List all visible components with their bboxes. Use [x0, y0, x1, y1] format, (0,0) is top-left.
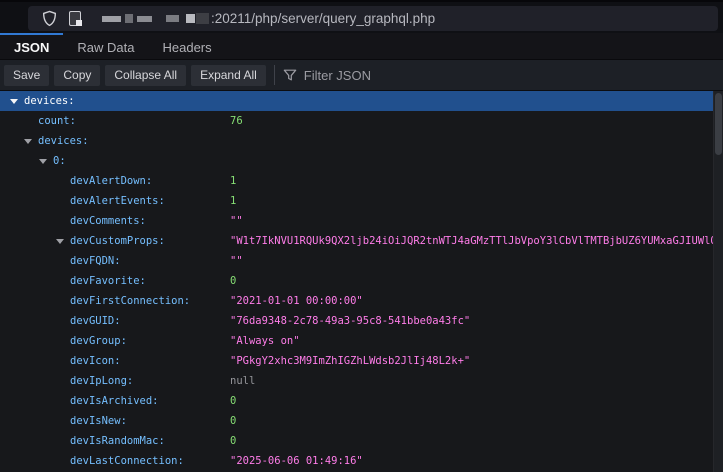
copy-button[interactable]: Copy: [54, 65, 100, 86]
scrollbar-thumb[interactable]: [715, 93, 722, 155]
json-key: devIsNew:: [70, 411, 127, 431]
json-value: "2025-06-06 01:49:16": [230, 451, 363, 471]
url-bar[interactable]: :20211/php/server/query_graphql.php: [28, 6, 718, 31]
funnel-icon: [283, 68, 297, 82]
json-viewer-toolbar: SaveCopyCollapse AllExpand All Filter JS…: [0, 60, 723, 91]
json-value: "W1t7IkNVU1RQUk9QX2ljb24iOiJQR2tnWTJ4aGM…: [230, 231, 713, 251]
json-key: devices:: [24, 91, 75, 111]
json-tree: devices:count:76devices:0:devAlertDown:1…: [0, 91, 713, 472]
json-row-devIcon[interactable]: devIcon: "PGkgY2xhc3M9ImZhIGZhLWdsb2JlIj4…: [0, 351, 713, 371]
json-row-devAlertDown[interactable]: devAlertDown: 1: [0, 171, 713, 191]
json-key: devGroup:: [70, 331, 127, 351]
json-row-devIsNew[interactable]: devIsNew: 0: [0, 411, 713, 431]
json-row-devFQDN[interactable]: devFQDN: "": [0, 251, 713, 271]
json-key: 0:: [53, 151, 66, 171]
json-row-devFavorite[interactable]: devFavorite: 0: [0, 271, 713, 291]
json-value: "2021-01-01 00:00:00": [230, 291, 363, 311]
json-row-devices[interactable]: devices:: [0, 131, 713, 151]
filter-placeholder: Filter JSON: [304, 68, 371, 83]
json-value: 0: [230, 271, 236, 291]
json-value: "PGkgY2xhc3M9ImZhIGZhLWdsb2JlIj48L2k+": [230, 351, 470, 371]
json-value: "76da9348-2c78-49a3-95c8-541bbe0a43fc": [230, 311, 470, 331]
page-icon[interactable]: [62, 6, 88, 31]
json-row-devIsArchived[interactable]: devIsArchived: 0: [0, 391, 713, 411]
json-key: devices:: [38, 131, 89, 151]
expander-icon[interactable]: [10, 99, 18, 104]
json-row-devComments[interactable]: devComments: "": [0, 211, 713, 231]
json-key: devLastConnection:: [70, 451, 184, 471]
json-row-devFirstConnection[interactable]: devFirstConnection: "2021-01-01 00:00:00": [0, 291, 713, 311]
expander-icon[interactable]: [56, 239, 64, 244]
json-key: devAlertDown:: [70, 171, 152, 191]
json-value: null: [230, 371, 255, 391]
json-key: devFavorite:: [70, 271, 146, 291]
expand-all-button[interactable]: Expand All: [191, 65, 266, 86]
expander-icon[interactable]: [39, 159, 47, 164]
json-row-devCustomProps[interactable]: devCustomProps: "W1t7IkNVU1RQUk9QX2ljb24i…: [0, 231, 713, 251]
json-row-count[interactable]: count: 76: [0, 111, 713, 131]
json-value: "": [230, 251, 243, 271]
json-row-0[interactable]: 0:: [0, 151, 713, 171]
json-row-devGUID[interactable]: devGUID: "76da9348-2c78-49a3-95c8-541bbe0…: [0, 311, 713, 331]
browser-chrome: :20211/php/server/query_graphql.php: [0, 0, 723, 33]
tab-headers[interactable]: Headers: [148, 33, 225, 59]
json-value: 76: [230, 111, 243, 131]
json-value: 0: [230, 431, 236, 451]
redacted-host: [102, 13, 209, 24]
json-key: devIcon:: [70, 351, 121, 371]
save-button[interactable]: Save: [4, 65, 49, 86]
json-key: devCustomProps:: [70, 231, 165, 251]
json-key: devComments:: [70, 211, 146, 231]
json-value: "": [230, 211, 243, 231]
json-key: count:: [38, 111, 76, 131]
filter-json-input[interactable]: Filter JSON: [283, 68, 371, 83]
toolbar-separator: [274, 65, 275, 85]
shield-icon[interactable]: [36, 6, 62, 31]
json-key: devIsRandomMac:: [70, 431, 165, 451]
json-key: devGUID:: [70, 311, 121, 331]
tab-json[interactable]: JSON: [0, 33, 63, 59]
url-text[interactable]: :20211/php/server/query_graphql.php: [211, 11, 435, 26]
vertical-scrollbar[interactable]: [713, 91, 723, 472]
json-row-devices[interactable]: devices:: [0, 91, 713, 111]
expander-icon[interactable]: [24, 139, 32, 144]
tab-raw-data[interactable]: Raw Data: [63, 33, 148, 59]
json-row-devIsRandomMac[interactable]: devIsRandomMac: 0: [0, 431, 713, 451]
json-key: devIpLong:: [70, 371, 133, 391]
json-key: devIsArchived:: [70, 391, 159, 411]
json-row-devLastConnection[interactable]: devLastConnection: "2025-06-06 01:49:16": [0, 451, 713, 471]
json-viewer-tabbar: JSONRaw DataHeaders: [0, 33, 723, 60]
json-value: 0: [230, 411, 236, 431]
json-row-devAlertEvents[interactable]: devAlertEvents: 1: [0, 191, 713, 211]
json-key: devAlertEvents:: [70, 191, 165, 211]
json-row-devGroup[interactable]: devGroup: "Always on": [0, 331, 713, 351]
json-value: 1: [230, 171, 236, 191]
collapse-all-button[interactable]: Collapse All: [105, 65, 186, 86]
json-value: 1: [230, 191, 236, 211]
json-value: 0: [230, 391, 236, 411]
json-key: devFQDN:: [70, 251, 121, 271]
json-row-devIpLong[interactable]: devIpLong: null: [0, 371, 713, 391]
json-value: "Always on": [230, 331, 300, 351]
json-key: devFirstConnection:: [70, 291, 190, 311]
